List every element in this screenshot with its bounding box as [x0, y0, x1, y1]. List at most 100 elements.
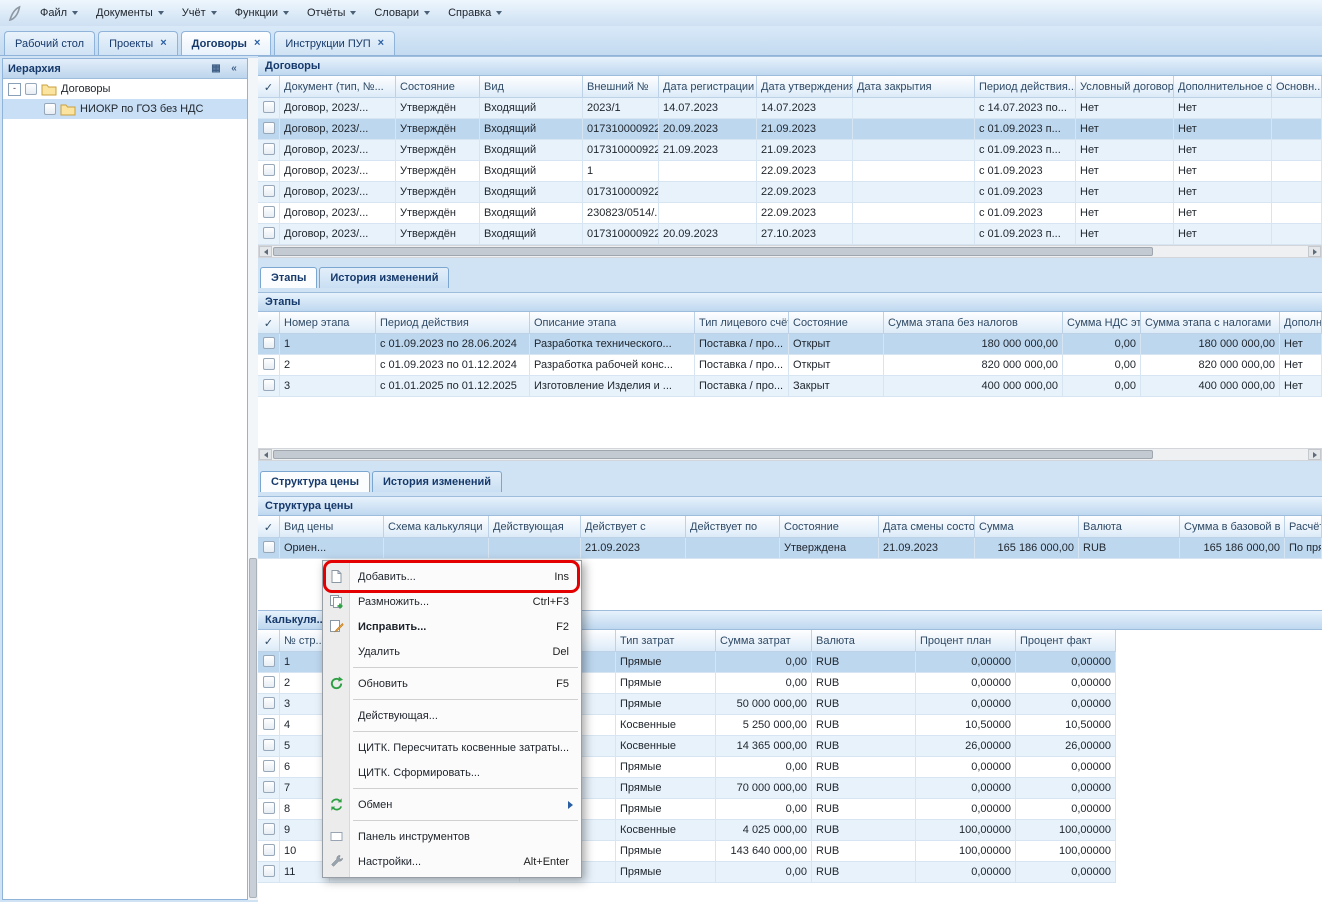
table-row[interactable]: Договор, 2023/...УтверждёнВходящий122.09…	[258, 161, 1322, 182]
context-menu-item[interactable]: ЦИТК. Пересчитать косвенные затраты...	[323, 735, 581, 760]
column-header[interactable]: Дополн...	[1280, 312, 1322, 334]
menubar-item[interactable]: Словари	[366, 3, 438, 23]
column-header[interactable]: Внешний №	[583, 76, 659, 98]
column-header[interactable]: Тип лицевого счёт	[695, 312, 789, 334]
column-header[interactable]: Вид	[480, 76, 583, 98]
scroll-left-icon[interactable]	[259, 246, 272, 257]
row-checkbox[interactable]	[263, 206, 275, 218]
context-menu-item[interactable]: Размножить...Ctrl+F3	[323, 589, 581, 614]
column-header[interactable]: Дата закрытия	[853, 76, 975, 98]
subtab[interactable]: Структура цены	[260, 471, 370, 492]
column-header[interactable]: Дата регистрации	[659, 76, 757, 98]
document-tab[interactable]: Договоры×	[181, 31, 272, 55]
column-header[interactable]: Состояние	[396, 76, 480, 98]
context-menu-item[interactable]: ЦИТК. Сформировать...	[323, 760, 581, 785]
table-row[interactable]: Договор, 2023/...УтверждёнВходящий017310…	[258, 119, 1322, 140]
column-header[interactable]: Вид цены	[280, 516, 384, 538]
close-icon[interactable]: ×	[254, 38, 260, 49]
row-checkbox[interactable]	[263, 541, 275, 553]
tree-node-child[interactable]: НИОКР по ГОЗ без НДС	[3, 99, 247, 119]
row-checkbox[interactable]	[263, 697, 275, 709]
subtab[interactable]: История изменений	[372, 471, 502, 492]
row-checkbox[interactable]	[263, 718, 275, 730]
column-header[interactable]: Состояние	[780, 516, 879, 538]
column-header[interactable]: Действующая	[489, 516, 581, 538]
tree-checkbox[interactable]	[44, 103, 56, 115]
column-header[interactable]: Схема калькуляци	[384, 516, 489, 538]
column-header[interactable]: Номер этапа	[280, 312, 376, 334]
column-header[interactable]: Условный договор	[1076, 76, 1174, 98]
row-checkbox[interactable]	[263, 655, 275, 667]
column-header[interactable]: Сумма затрат	[716, 630, 812, 652]
column-header[interactable]: Тип затрат	[616, 630, 716, 652]
row-checkbox[interactable]	[263, 227, 275, 239]
table-row[interactable]: Договор, 2023/...УтверждёнВходящий230823…	[258, 203, 1322, 224]
row-checkbox[interactable]	[263, 781, 275, 793]
context-menu-item[interactable]: Настройки...Alt+Enter	[323, 849, 581, 874]
column-header[interactable]: Действует по	[686, 516, 780, 538]
row-checkbox[interactable]	[263, 185, 275, 197]
grid-view-icon[interactable]: ▦	[208, 63, 224, 74]
row-checkbox[interactable]	[263, 676, 275, 688]
scroll-thumb[interactable]	[249, 558, 257, 898]
column-header[interactable]: Дата смены состо	[879, 516, 975, 538]
row-checkbox[interactable]	[263, 865, 275, 877]
column-header[interactable]: Документ (тип, №...	[280, 76, 396, 98]
column-header[interactable]: Процент план	[916, 630, 1016, 652]
vertical-scrollbar[interactable]	[248, 58, 258, 900]
column-header[interactable]: ✓	[258, 516, 280, 538]
row-checkbox[interactable]	[263, 823, 275, 835]
stages-hscrollbar[interactable]	[258, 448, 1322, 461]
menubar-item[interactable]: Файл	[32, 3, 86, 23]
column-header[interactable]: Расчёт...	[1285, 516, 1322, 538]
table-row[interactable]: 1с 01.09.2023 по 28.06.2024Разработка те…	[258, 334, 1322, 355]
scroll-thumb[interactable]	[273, 247, 1153, 256]
menubar-item[interactable]: Учёт	[174, 3, 225, 23]
context-menu-item[interactable]: Панель инструментов	[323, 824, 581, 849]
menubar-item[interactable]: Справка	[440, 3, 510, 23]
scroll-thumb[interactable]	[273, 450, 1153, 459]
document-tab[interactable]: Проекты×	[98, 31, 178, 55]
column-header[interactable]: ✓	[258, 312, 280, 334]
table-row[interactable]: 2с 01.09.2023 по 01.12.2024Разработка ра…	[258, 355, 1322, 376]
column-header[interactable]: Валюта	[1079, 516, 1180, 538]
row-checkbox[interactable]	[263, 802, 275, 814]
column-header[interactable]: Период действия...	[975, 76, 1076, 98]
column-header[interactable]: Сумма этапа с налогами	[1141, 312, 1280, 334]
scroll-right-icon[interactable]	[1308, 449, 1321, 460]
context-menu-item[interactable]: Действующая...	[323, 703, 581, 728]
subtab[interactable]: Этапы	[260, 267, 317, 288]
context-menu-item[interactable]: Добавить...Ins	[323, 564, 581, 589]
table-row[interactable]: Договор, 2023/...УтверждёнВходящий017310…	[258, 140, 1322, 161]
tree-node-root[interactable]: - Договоры	[3, 79, 247, 99]
row-checkbox[interactable]	[263, 101, 275, 113]
row-checkbox[interactable]	[263, 379, 275, 391]
table-row[interactable]: Ориен...21.09.2023Утверждена21.09.202316…	[258, 538, 1322, 559]
column-header[interactable]: Период действия	[376, 312, 530, 334]
column-header[interactable]: Процент факт	[1016, 630, 1116, 652]
context-menu-item[interactable]: ОбновитьF5	[323, 671, 581, 696]
column-header[interactable]: Сумма этапа без налогов	[884, 312, 1063, 334]
row-checkbox[interactable]	[263, 358, 275, 370]
row-checkbox[interactable]	[263, 760, 275, 772]
column-header[interactable]: Валюта	[812, 630, 916, 652]
column-header[interactable]: Сумма	[975, 516, 1079, 538]
column-header[interactable]: Действует с	[581, 516, 686, 538]
contracts-hscrollbar[interactable]	[258, 245, 1322, 258]
context-menu-item[interactable]: УдалитьDel	[323, 639, 581, 664]
document-tab[interactable]: Рабочий стол	[4, 31, 95, 55]
close-icon[interactable]: ×	[378, 38, 384, 49]
close-icon[interactable]: ×	[160, 38, 166, 49]
scroll-right-icon[interactable]	[1308, 246, 1321, 257]
row-checkbox[interactable]	[263, 122, 275, 134]
row-checkbox[interactable]	[263, 164, 275, 176]
table-row[interactable]: Договор, 2023/...УтверждёнВходящий2023/1…	[258, 98, 1322, 119]
row-checkbox[interactable]	[263, 143, 275, 155]
column-header[interactable]: Описание этапа	[530, 312, 695, 334]
table-row[interactable]: 3с 01.01.2025 по 01.12.2025Изготовление …	[258, 376, 1322, 397]
menubar-item[interactable]: Документы	[88, 3, 172, 23]
column-header[interactable]: ✓	[258, 76, 280, 98]
menubar-item[interactable]: Отчёты	[299, 3, 364, 23]
column-header[interactable]: ✓	[258, 630, 280, 652]
column-header[interactable]: Сумма в базовой в	[1180, 516, 1285, 538]
